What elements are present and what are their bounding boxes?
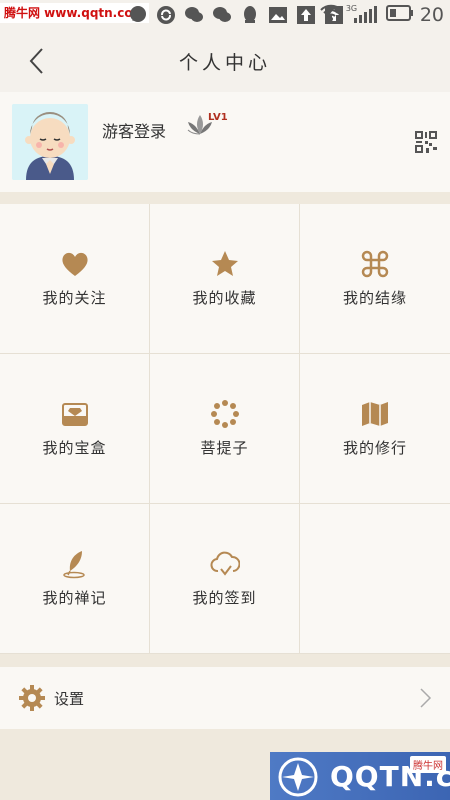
qq-icon <box>240 5 260 25</box>
command-icon <box>361 250 389 278</box>
grid-item-check-in[interactable]: 我的签到 <box>150 504 300 654</box>
grid-item-label: 我的收藏 <box>192 289 257 307</box>
monk-avatar-icon <box>12 104 88 180</box>
grid-item-label: 我的修行 <box>342 439 407 457</box>
grid-item-label: 我的关注 <box>42 289 107 307</box>
cloud-check-icon <box>210 551 240 576</box>
status-clock: 20 <box>419 4 444 26</box>
chevron-right-icon <box>420 688 432 708</box>
wifi-icon <box>320 4 342 26</box>
grid-item-label: 我的结缘 <box>342 289 407 307</box>
grid-item-treasure-box[interactable]: 我的宝盒 <box>0 354 150 504</box>
chat-bubble-icon <box>128 5 148 25</box>
status-bar: 腾牛网 www.qqtn.com 3G 20 <box>0 0 450 30</box>
feature-grid: 我的关注 我的收藏 我的结缘 我的宝盒 菩提子 我的修行 我的禅记 我的签到 <box>0 204 450 654</box>
grid-item-follow[interactable]: 我的关注 <box>0 204 150 354</box>
grid-item-zen-notes[interactable]: 我的禅记 <box>0 504 150 654</box>
treasure-box-icon <box>61 403 88 426</box>
grid-item-empty <box>300 504 450 654</box>
qr-code-button[interactable] <box>414 130 438 154</box>
grid-item-favorites[interactable]: 我的收藏 <box>150 204 300 354</box>
map-icon <box>362 402 388 426</box>
watermark-logo-icon <box>278 757 318 797</box>
grid-item-label: 我的禅记 <box>42 589 107 607</box>
prayer-beads-icon <box>210 400 239 428</box>
sync-icon <box>156 5 176 25</box>
network-type-label: 3G <box>345 4 358 13</box>
watermark-tag: 腾牛网 <box>410 756 446 773</box>
star-icon <box>211 251 238 276</box>
back-button[interactable] <box>22 46 52 76</box>
heart-icon <box>61 252 88 276</box>
qr-code-icon <box>415 131 437 153</box>
settings-row[interactable]: 设置 <box>0 667 450 729</box>
quill-icon <box>62 551 85 579</box>
grid-item-label: 我的签到 <box>192 589 257 607</box>
grid-item-bodhi[interactable]: 菩提子 <box>150 354 300 504</box>
settings-label: 设置 <box>54 690 85 708</box>
profile-card[interactable]: 游客登录 LV1 <box>0 92 450 192</box>
avatar[interactable] <box>12 104 88 180</box>
level-label: LV1 <box>208 112 228 123</box>
username[interactable]: 游客登录 <box>102 118 166 142</box>
wechat-icon <box>184 5 204 25</box>
image-icon <box>268 5 288 25</box>
grid-item-label: 菩提子 <box>200 439 249 457</box>
page-title: 个人中心 <box>178 51 271 74</box>
app-header: 个人中心 <box>0 30 450 92</box>
grid-item-practice[interactable]: 我的修行 <box>300 354 450 504</box>
watermark-top: 腾牛网 www.qqtn.com <box>0 3 150 23</box>
grid-item-affinity[interactable]: 我的结缘 <box>300 204 450 354</box>
level-badge: LV1 <box>186 112 228 140</box>
upload-icon <box>296 5 316 25</box>
battery-icon <box>385 5 414 25</box>
signal-icon: 3G <box>345 4 380 24</box>
status-right: 3G 20 <box>320 4 444 26</box>
notification-icons <box>128 5 344 25</box>
chevron-left-icon <box>29 48 43 74</box>
wechat-icon-2 <box>212 5 232 25</box>
grid-item-label: 我的宝盒 <box>42 439 107 457</box>
watermark-bottom: QQTN.com 腾牛网 <box>270 752 450 800</box>
gear-icon <box>19 685 45 711</box>
